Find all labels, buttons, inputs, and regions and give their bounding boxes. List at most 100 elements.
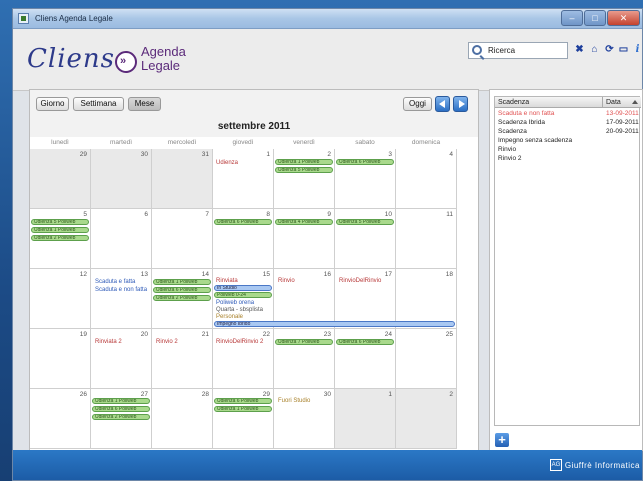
event-item[interactable]: Udienza 2 Poliweb (31, 235, 89, 241)
event-item[interactable]: Udienza 6 Poliweb (214, 219, 272, 225)
weekday-label: martedì (109, 139, 133, 146)
event-item[interactable]: Scaduta e fatta (95, 279, 135, 285)
day-cell[interactable]: 25 (396, 329, 457, 389)
day-cell[interactable]: 27 Udienza 1 Poliweb Udienza 6 Poliweb U… (91, 389, 152, 449)
day-cell[interactable]: 2 (396, 389, 457, 449)
table-row[interactable]: Scadenza 20-09-2011 (495, 127, 641, 136)
next-month-icon[interactable] (453, 96, 468, 112)
search-input[interactable]: Ricerca (468, 42, 568, 59)
event-item[interactable]: Udienza 5 Poliweb (275, 167, 333, 173)
day-cell[interactable]: 20 Rinviata 2 (91, 329, 152, 389)
day-cell[interactable]: 30 Fuori Studio (274, 389, 335, 449)
day-number: 1 (266, 151, 270, 158)
day-cell[interactable]: 29 (30, 149, 91, 209)
view-day-button[interactable]: Giorno (36, 97, 69, 111)
event-item[interactable]: Impegno Ibrido (214, 321, 455, 327)
day-cell[interactable]: 11 (396, 209, 457, 269)
day-cell[interactable]: 17 RinvioDelRinvio (335, 269, 396, 329)
day-cell[interactable]: 21 Rinvio 2 (152, 329, 213, 389)
day-cell[interactable]: 31 (152, 149, 213, 209)
day-cell[interactable]: 5 Udienza 5 Poliweb Udienza 1 Poliweb Ud… (30, 209, 91, 269)
day-cell[interactable]: 14 Udienza 1 Poliweb Udienza 6 Poliweb U… (152, 269, 213, 329)
event-item[interactable]: Udienza 1 Poliweb (92, 398, 150, 404)
day-cell[interactable]: 9 Udienza 4 Poliweb (274, 209, 335, 269)
day-cell[interactable]: 1 (335, 389, 396, 449)
event-item[interactable]: Rinviata 2 (95, 339, 122, 345)
event-item[interactable]: Poliweb 0-24 (214, 292, 272, 298)
close-button[interactable]: ✕ (607, 10, 640, 26)
day-cell[interactable]: 18 (396, 269, 457, 329)
event-item[interactable]: Udienza 6 Poliweb (336, 159, 394, 165)
event-item[interactable]: Rinviata (216, 278, 238, 284)
table-row[interactable]: Scaduta e non fatta 13-09-2011 (495, 109, 641, 118)
weekday-label: domenica (411, 139, 441, 146)
search-icon[interactable] (472, 45, 482, 55)
day-cell[interactable]: 12 (30, 269, 91, 329)
day-cell[interactable]: 6 (91, 209, 152, 269)
table-row[interactable]: Impegno senza scadenza (495, 136, 641, 145)
event-item[interactable]: Personale (216, 314, 243, 320)
day-cell[interactable]: 16 Rinvio (274, 269, 335, 329)
event-item[interactable]: Udienza 5 Poliweb (336, 219, 394, 225)
add-icon[interactable]: + (495, 433, 509, 447)
day-cell[interactable]: 24 Udienza 6 Poliweb (335, 329, 396, 389)
event-item[interactable]: Udienza 2 Poliweb (92, 414, 150, 420)
event-item[interactable]: Rinvio (278, 278, 295, 284)
table-row[interactable]: Scadenza Ibrida 17-09-2011 (495, 118, 641, 127)
column-header-deadline[interactable]: Scadenza (495, 97, 603, 108)
day-cell[interactable]: 4 (396, 149, 457, 209)
day-cell[interactable]: 26 (30, 389, 91, 449)
today-button[interactable]: Oggi (403, 97, 432, 111)
event-item[interactable]: Udienza (216, 160, 238, 166)
day-cell[interactable]: 10 Udienza 5 Poliweb (335, 209, 396, 269)
month-title: settembre 2011 (217, 121, 291, 132)
clear-icon[interactable]: ✖ (573, 43, 586, 57)
day-cell[interactable]: 29 Udienza 6 Poliweb Udienza 1 Poliweb (213, 389, 274, 449)
day-cell[interactable]: 19 (30, 329, 91, 389)
day-cell[interactable]: 23 Udienza 7 Poliweb (274, 329, 335, 389)
event-item[interactable]: Udienza 6 Poliweb (214, 398, 272, 404)
day-cell[interactable]: 8 Udienza 6 Poliweb (213, 209, 274, 269)
event-item[interactable]: In Studio (214, 285, 272, 291)
event-item[interactable]: Udienza 1 Poliweb (153, 279, 211, 285)
day-cell[interactable]: 3 Udienza 6 Poliweb (335, 149, 396, 209)
minimize-button[interactable]: – (561, 10, 583, 26)
table-row[interactable]: Rinvio (495, 145, 641, 154)
event-item[interactable]: Scaduta e non fatta (95, 287, 147, 293)
event-item[interactable]: Udienza 1 Poliweb (275, 159, 333, 165)
event-item[interactable]: RinvioDelRinvio 2 (216, 339, 263, 345)
view-month-button[interactable]: Mese (128, 97, 161, 111)
day-cell[interactable]: 15 Rinviata In Studio Poliweb 0-24 Poliw… (213, 269, 274, 329)
event-item[interactable]: RinvioDelRinvio (339, 278, 381, 284)
event-item[interactable]: Udienza 7 Poliweb (275, 339, 333, 345)
day-cell[interactable]: 7 (152, 209, 213, 269)
print-icon[interactable]: ▭ (617, 43, 630, 57)
day-cell[interactable]: 30 (91, 149, 152, 209)
maximize-button[interactable]: □ (584, 10, 606, 26)
event-item[interactable]: Udienza 5 Poliweb (31, 219, 89, 225)
event-item[interactable]: Udienza 6 Poliweb (153, 287, 211, 293)
table-row[interactable]: Rinvio 2 (495, 154, 641, 163)
day-cell[interactable]: 2 Udienza 1 Poliweb Udienza 5 Poliweb (274, 149, 335, 209)
day-cell[interactable]: 22 RinvioDelRinvio 2 (213, 329, 274, 389)
event-item[interactable]: Quarta - sbsplista (216, 307, 263, 313)
prev-month-icon[interactable] (435, 96, 450, 112)
event-item[interactable]: Udienza 2 Poliweb (153, 295, 211, 301)
logo-brand: Cliens (27, 44, 115, 74)
event-item[interactable]: Udienza 6 Poliweb (92, 406, 150, 412)
event-item[interactable]: Udienza 6 Poliweb (336, 339, 394, 345)
event-item[interactable]: Fuori Studio (278, 398, 310, 404)
view-week-button[interactable]: Settimana (73, 97, 124, 111)
event-item[interactable]: Udienza 1 Poliweb (214, 406, 272, 412)
event-item[interactable]: Poliweb orena (216, 300, 254, 306)
refresh-icon[interactable]: ⟳ (603, 43, 616, 57)
event-item[interactable]: Udienza 1 Poliweb (31, 227, 89, 233)
day-cell[interactable]: 1 Udienza (213, 149, 274, 209)
day-cell[interactable]: 13 Scaduta e fatta Scaduta e non fatta (91, 269, 152, 329)
info-icon[interactable]: i (631, 43, 643, 57)
event-item[interactable]: Udienza 4 Poliweb (275, 219, 333, 225)
event-item[interactable]: Rinvio 2 (156, 339, 178, 345)
column-header-date[interactable]: Data (603, 97, 641, 108)
day-cell[interactable]: 28 (152, 389, 213, 449)
bank-icon[interactable]: ⌂ (588, 43, 601, 57)
